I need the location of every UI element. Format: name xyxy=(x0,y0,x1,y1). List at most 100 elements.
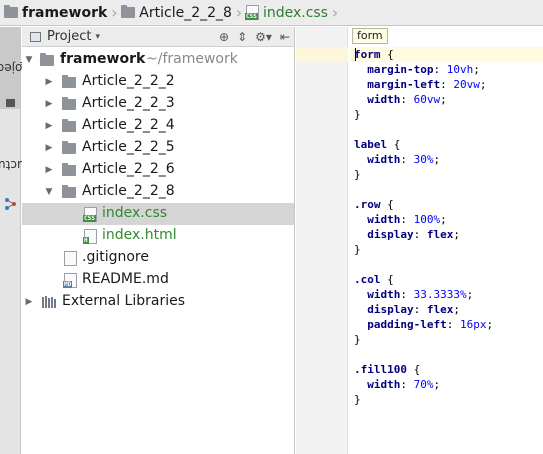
semicolon: ; xyxy=(453,228,460,241)
code-line: width: 33.3333%; xyxy=(354,287,473,302)
colon: : xyxy=(400,153,414,166)
text-file-icon xyxy=(64,251,77,266)
tree-item-index-css[interactable]: CSS index.css xyxy=(22,203,294,225)
close-brace: } xyxy=(354,393,361,406)
tab-project[interactable]: 1: Project xyxy=(0,27,42,109)
semicolon: ; xyxy=(440,93,447,106)
folder-icon xyxy=(40,53,54,66)
tree-item-folder[interactable]: ▶ Article_2_2_5 xyxy=(22,137,294,159)
css-unit: % xyxy=(459,288,467,301)
css-number: 20 xyxy=(453,78,467,91)
colon: : xyxy=(440,78,454,91)
css-unit: vw xyxy=(426,93,441,106)
folder-icon xyxy=(121,5,136,18)
colon: : xyxy=(400,93,414,106)
css-property: margin-left xyxy=(367,78,441,91)
css-number: 30 xyxy=(413,153,427,166)
tree-item-folder[interactable]: ▶ Article_2_2_6 xyxy=(22,159,294,181)
css-selector: form xyxy=(354,48,381,61)
code-line: width: 100%; xyxy=(354,212,447,227)
collapsed-arrow-icon[interactable]: ▶ xyxy=(24,297,34,307)
project-tool-icon xyxy=(6,99,15,107)
code-line: } xyxy=(354,107,361,122)
project-view-selector[interactable]: Project xyxy=(47,29,91,44)
css-selector: .row xyxy=(354,198,381,211)
tree-item-folder[interactable]: ▶ Article_2_2_4 xyxy=(22,115,294,137)
tree-item-framework[interactable]: ▼ framework ~/framework xyxy=(22,49,294,71)
gear-icon[interactable]: ⚙▾ xyxy=(255,30,272,44)
folder-icon xyxy=(62,185,76,198)
semicolon: ; xyxy=(473,63,480,76)
collapsed-arrow-icon[interactable]: ▶ xyxy=(44,143,54,153)
code-line: .col { xyxy=(354,272,394,287)
colon: : xyxy=(446,318,460,331)
line-number-gutter xyxy=(296,27,348,454)
folder-icon xyxy=(62,97,76,110)
code-line: width: 60vw; xyxy=(354,92,447,107)
expanded-arrow-icon[interactable]: ▼ xyxy=(44,187,54,197)
tree-item-readme[interactable]: MD README.md xyxy=(22,269,294,291)
tree-item-folder[interactable]: ▼ Article_2_2_8 xyxy=(22,181,294,203)
folder-icon xyxy=(62,163,76,176)
semicolon: ; xyxy=(440,213,447,226)
semicolon: ; xyxy=(479,78,487,91)
tree-item-external-libraries[interactable]: ▶ External Libraries xyxy=(22,291,294,313)
breadcrumb-item-framework[interactable]: framework xyxy=(4,0,111,25)
tree-item-gitignore[interactable]: .gitignore xyxy=(22,247,294,269)
hide-icon[interactable]: ⇤ xyxy=(280,30,290,44)
breadcrumb-item-article[interactable]: Article_2_2_8 xyxy=(121,0,236,25)
code-line: .row { xyxy=(354,197,394,212)
css-file-icon: CSS xyxy=(83,207,97,222)
breadcrumb-tooltip: form xyxy=(352,28,388,44)
code-line: display: flex; xyxy=(354,227,460,242)
collapsed-arrow-icon[interactable]: ▶ xyxy=(44,121,54,131)
semicolon: ; xyxy=(466,288,474,301)
css-property: width xyxy=(367,213,401,226)
css-property: display xyxy=(367,228,414,241)
colon: : xyxy=(413,228,427,241)
css-property: padding-left xyxy=(367,318,447,331)
target-icon[interactable]: ⊕ xyxy=(219,30,229,44)
close-brace: } xyxy=(354,243,361,256)
structure-tool-icon xyxy=(5,198,16,210)
css-property: width xyxy=(367,378,401,391)
close-brace: } xyxy=(354,108,361,121)
css-number: 100 xyxy=(413,213,434,226)
css-property: margin-top xyxy=(367,63,434,76)
tool-window-strip: 1: Project 7: Structure xyxy=(0,27,49,454)
tab-structure[interactable]: 7: Structure xyxy=(0,121,49,209)
close-brace: } xyxy=(354,168,361,181)
breadcrumb-item-index-css[interactable]: CSS index.css xyxy=(244,0,332,25)
chevron-down-icon[interactable]: ▾ xyxy=(95,32,100,42)
tree-item-folder[interactable]: ▶ Article_2_2_3 xyxy=(22,93,294,115)
open-brace: { xyxy=(387,138,401,151)
css-file-icon: CSS xyxy=(244,5,259,20)
css-property: width xyxy=(367,153,401,166)
colon: : xyxy=(400,288,414,301)
collapsed-arrow-icon[interactable]: ▶ xyxy=(44,165,54,175)
project-tree: ▼ framework ~/framework ▶ Article_2_2_2 … xyxy=(22,49,294,313)
css-number: 10 xyxy=(446,63,460,76)
tree-item-index-html[interactable]: H index.html xyxy=(22,225,294,247)
css-unit: vh xyxy=(459,63,474,76)
breadcrumb-separator-icon: › xyxy=(111,3,118,22)
code-line: padding-left: 16px; xyxy=(354,317,493,332)
tree-item-folder[interactable]: ▶ Article_2_2_2 xyxy=(22,71,294,93)
colon: : xyxy=(413,303,427,316)
collapsed-arrow-icon[interactable]: ▶ xyxy=(44,77,54,87)
expanded-arrow-icon[interactable]: ▼ xyxy=(24,55,34,65)
collapsed-arrow-icon[interactable]: ▶ xyxy=(44,99,54,109)
breadcrumb-separator-icon: › xyxy=(331,3,339,22)
collapse-icon[interactable]: ⇕ xyxy=(237,30,247,44)
css-property: width xyxy=(367,288,401,301)
css-keyword-value: flex xyxy=(426,228,454,241)
colon: : xyxy=(400,213,414,226)
code-editor[interactable]: 123456789101112131415161718192021222324 … xyxy=(296,27,543,454)
current-line-gutter xyxy=(296,47,348,62)
breadcrumb-separator-icon: › xyxy=(235,3,243,22)
css-unit: % xyxy=(426,153,434,166)
semicolon: ; xyxy=(453,303,460,316)
